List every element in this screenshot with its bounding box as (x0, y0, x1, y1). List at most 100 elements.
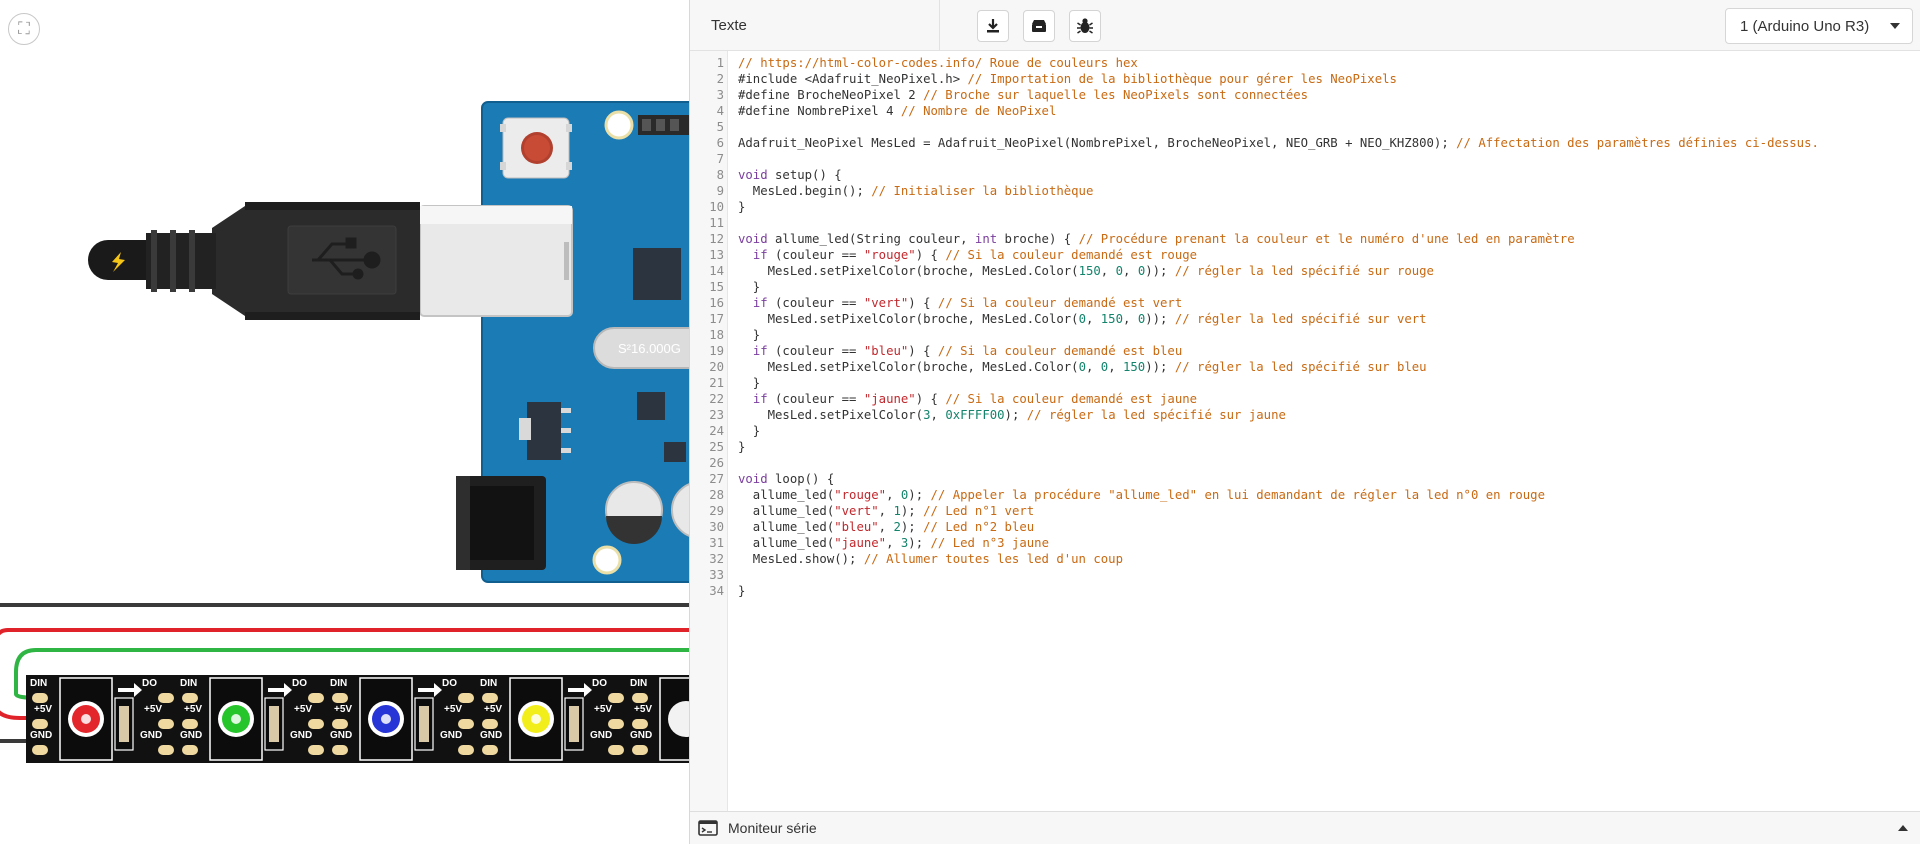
code-line[interactable]: 3 #define BrocheNeoPixel 2 // Broche sur … (690, 87, 1920, 103)
code-editor[interactable]: 1 // https://html-color-codes.info/ Roue … (690, 51, 1920, 811)
code-token: , (930, 408, 946, 422)
solder-pad (158, 745, 174, 755)
code-token: broche) { (997, 232, 1079, 246)
code-token: // régler la led spécifié sur vert (1174, 312, 1427, 326)
code-text: if (couleur == "vert") { // Si la couleu… (738, 295, 1182, 311)
code-token: // Nombre de NeoPixel (900, 104, 1057, 118)
line-number: 16 (709, 296, 724, 310)
code-line[interactable]: 27 void loop() { (690, 471, 1920, 487)
code-text: allume_led("jaune", 3); // Led n°3 jaune (738, 535, 1049, 551)
reset-button[interactable] (500, 117, 572, 179)
circuit-drawing[interactable]: S²16.000G DIN+5VGNDDO+5VGNDDIN+5VGNDDO+5… (0, 0, 689, 844)
code-line[interactable]: 24 } (690, 423, 1920, 439)
line-number: 7 (716, 152, 724, 166)
usb-cable[interactable] (88, 202, 573, 320)
code-text: if (couleur == "jaune") { // Si la coule… (738, 391, 1197, 407)
circuit-canvas[interactable]: S²16.000G DIN +5V GND DO +5V GND DIN +5V… (0, 0, 689, 844)
code-line[interactable]: 19 if (couleur == "bleu") { // Si la cou… (690, 343, 1920, 359)
code-token: , (878, 504, 894, 518)
line-number: 20 (709, 360, 724, 374)
code-token: 0 (1078, 312, 1086, 326)
code-text: MesLed.setPixelColor(broche, MesLed.Colo… (738, 359, 1427, 375)
code-line[interactable]: 12 void allume_led(String couleur, int br… (690, 231, 1920, 247)
code-line[interactable]: 6 Adafruit_NeoPixel MesLed = Adafruit_Neo… (690, 135, 1920, 151)
code-text: #define BrocheNeoPixel 2 // Broche sur l… (738, 87, 1308, 103)
solder-pad (608, 719, 624, 729)
solder-pad (32, 719, 48, 729)
arduino-uno-board[interactable]: S²16.000G (456, 101, 689, 583)
code-token: "bleu" (834, 520, 879, 534)
pad-label: GND (330, 730, 352, 741)
code-token: ) { (915, 248, 946, 262)
code-line[interactable]: 18 } (690, 327, 1920, 343)
code-line[interactable]: 29 allume_led("vert", 1); // Led n°1 ver… (690, 503, 1920, 519)
code-text: allume_led("rouge", 0); // Appeler la pr… (738, 487, 1545, 503)
code-line[interactable]: 25} (690, 439, 1920, 455)
code-token: // Si la couleur demandé est vert (937, 296, 1183, 310)
pad-label: +5V (294, 704, 312, 715)
line-number: 13 (709, 248, 724, 262)
code-line[interactable]: 30 allume_led("bleu", 2); // Led n°2 ble… (690, 519, 1920, 535)
fit-view-button[interactable]: ⛶ (8, 13, 40, 45)
code-line[interactable]: 9 MesLed.begin(); // Initialiser la bibl… (690, 183, 1920, 199)
pad-label: DO (592, 678, 607, 689)
debugger-button[interactable] (1069, 10, 1101, 42)
code-token: ); (900, 520, 924, 534)
code-line[interactable]: 10} (690, 199, 1920, 215)
pad-label: DIN (30, 678, 47, 689)
code-line[interactable]: 16 if (couleur == "vert") { // Si la cou… (690, 295, 1920, 311)
device-select[interactable]: 1 (Arduino Uno R3) (1725, 8, 1913, 44)
code-line[interactable]: 8 void setup() { (690, 167, 1920, 183)
code-text: Adafruit_NeoPixel MesLed = Adafruit_NeoP… (738, 135, 1819, 151)
download-code-button[interactable] (977, 10, 1009, 42)
code-line[interactable]: 32 MesLed.show(); // Allumer toutes les … (690, 551, 1920, 567)
code-token: 1 (893, 504, 901, 518)
code-line[interactable]: 31 allume_led("jaune", 3); // Led n°3 ja… (690, 535, 1920, 551)
code-line[interactable]: 4 #define NombrePixel 4 // Nombre de NeoP… (690, 103, 1920, 119)
code-token: // Procédure prenant la couleur et le nu… (1078, 232, 1575, 246)
code-token: // régler la led spécifié sur rouge (1174, 264, 1434, 278)
code-line[interactable]: 1 // https://html-color-codes.info/ Roue … (690, 55, 1920, 71)
editor-mode-label: Texte (711, 16, 747, 34)
line-number: 27 (709, 472, 724, 486)
code-line[interactable]: 5 (690, 119, 1920, 135)
code-token: (couleur == (767, 296, 864, 310)
code-text: } (738, 583, 745, 599)
code-line[interactable]: 33 (690, 567, 1920, 583)
code-line[interactable]: 13 if (couleur == "rouge") { // Si la co… (690, 247, 1920, 263)
neopixel-strip[interactable]: DIN +5V GND DO +5V GND DIN +5V GND DO +5V GND DIN +5V… (26, 675, 689, 763)
code-line[interactable]: 34} (690, 583, 1920, 599)
code-line[interactable]: 14 MesLed.setPixelColor(broche, MesLed.C… (690, 263, 1920, 279)
solder-pad (308, 693, 324, 703)
editor-mode-select[interactable]: Texte (690, 0, 940, 50)
serial-monitor-bar[interactable]: Moniteur série (690, 811, 1920, 844)
libraries-button[interactable] (1023, 10, 1055, 42)
pad-label: GND (590, 730, 612, 741)
code-line[interactable]: 20 MesLed.setPixelColor(broche, MesLed.C… (690, 359, 1920, 375)
code-line[interactable]: 23 MesLed.setPixelColor(3, 0xFFFF00); //… (690, 407, 1920, 423)
code-line[interactable]: 15 } (690, 279, 1920, 295)
code-line[interactable]: 21 } (690, 375, 1920, 391)
code-token: // Si la couleur demandé est rouge (945, 248, 1198, 262)
code-token: MesLed.begin(); (738, 184, 872, 198)
code-token: allume_led( (738, 536, 835, 550)
code-token: // Allumer toutes les led d'un coup (863, 552, 1123, 566)
code-token: ) { (908, 296, 938, 310)
code-line[interactable]: 22 if (couleur == "jaune") { // Si la co… (690, 391, 1920, 407)
code-line[interactable]: 11 (690, 215, 1920, 231)
code-line[interactable]: 2 #include <Adafruit_NeoPixel.h> // Impor… (690, 71, 1920, 87)
code-token: // Led n°1 vert (923, 504, 1035, 518)
code-token: // Led n°2 bleu (923, 520, 1035, 534)
line-number: 23 (709, 408, 724, 422)
chevron-up-icon[interactable] (1898, 825, 1908, 831)
code-line[interactable]: 26 (690, 455, 1920, 471)
code-text: if (couleur == "rouge") { // Si la coule… (738, 247, 1197, 263)
led-core (531, 714, 541, 724)
code-line[interactable]: 17 MesLed.setPixelColor(broche, MesLed.C… (690, 311, 1920, 327)
code-text: MesLed.setPixelColor(broche, MesLed.Colo… (738, 263, 1434, 279)
code-line[interactable]: 7 (690, 151, 1920, 167)
solder-pad (482, 693, 498, 703)
line-number: 19 (709, 344, 724, 358)
code-line[interactable]: 28 allume_led("rouge", 0); // Appeler la… (690, 487, 1920, 503)
code-token: allume_led(String couleur, (767, 232, 975, 246)
